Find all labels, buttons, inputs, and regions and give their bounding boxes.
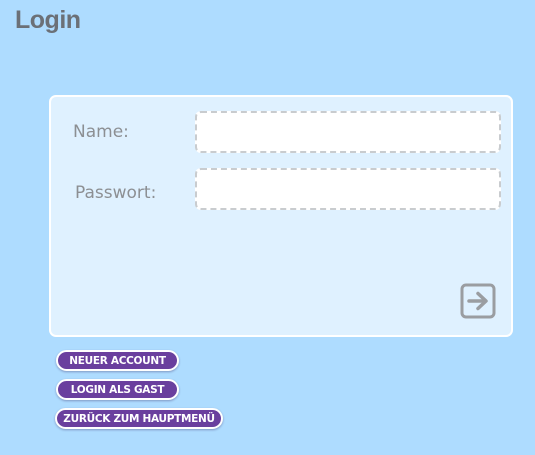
name-input[interactable] bbox=[195, 111, 501, 153]
name-label: Name: bbox=[73, 122, 129, 142]
password-label: Passwort: bbox=[75, 183, 157, 203]
arrow-right-icon bbox=[460, 283, 496, 319]
password-input[interactable] bbox=[195, 168, 501, 210]
back-to-main-menu-button[interactable]: ZURÜCK ZUM HAUPTMENÜ bbox=[55, 408, 223, 429]
login-panel: Name: Passwort: bbox=[49, 95, 513, 337]
page-title: Login bbox=[15, 6, 81, 34]
guest-login-button[interactable]: LOGIN ALS GAST bbox=[56, 379, 179, 400]
new-account-button[interactable]: NEUER ACCOUNT bbox=[56, 350, 179, 371]
submit-button[interactable] bbox=[460, 283, 496, 319]
